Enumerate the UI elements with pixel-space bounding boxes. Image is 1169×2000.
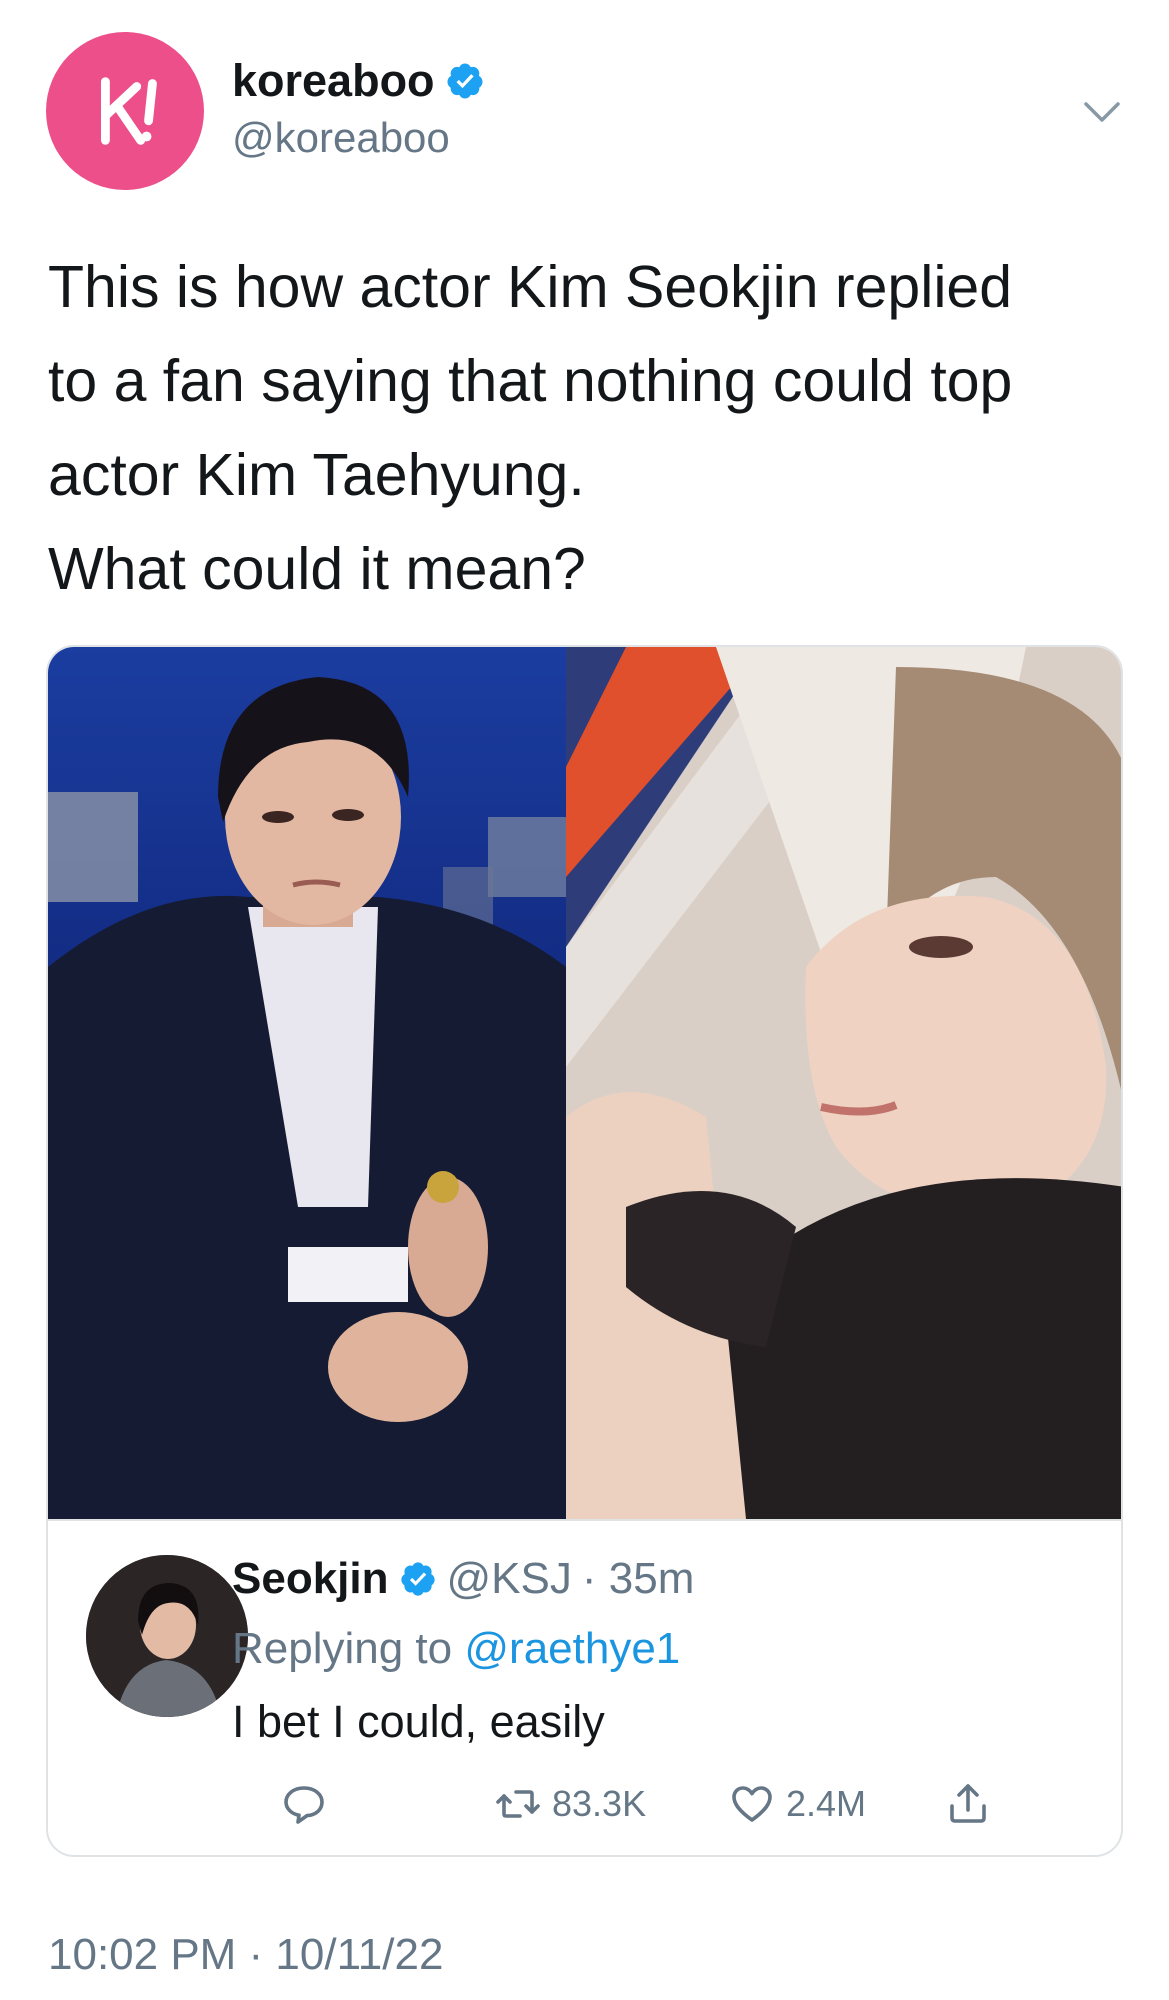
account-avatar[interactable] (46, 32, 204, 190)
reply-profile-photo (86, 1555, 248, 1717)
divider (48, 1519, 1121, 1521)
photo-man-in-cap (566, 647, 1121, 1519)
reply-action-bar: 83.3K 2.4M (232, 1780, 1012, 1836)
tweet-text-line: This is how actor Kim Seokjin replied (48, 254, 1013, 320)
display-name[interactable]: koreaboo (232, 58, 435, 103)
heart-icon (732, 1786, 772, 1822)
retweet-icon (496, 1790, 540, 1818)
photo-man-in-dark-suit (48, 647, 566, 1519)
chevron-down-icon[interactable] (1082, 98, 1122, 126)
media-collage[interactable] (48, 647, 1121, 1519)
reply-handle[interactable]: @KSJ (447, 1557, 572, 1601)
reply-header: Seokjin @KSJ · 35m (232, 1557, 1052, 1601)
replying-to-mention[interactable]: @raethye1 (464, 1624, 680, 1673)
tweet-text-line: actor Kim Taehyung. (48, 442, 585, 508)
replying-to-label: Replying to (232, 1624, 453, 1673)
koreaboo-logo-icon (100, 77, 157, 145)
reply-text: I bet I could, easily (232, 1696, 605, 1747)
verified-badge-icon (447, 63, 483, 98)
verified-badge-icon (400, 1562, 435, 1596)
account-handle[interactable]: @koreaboo (232, 117, 485, 159)
tweet-text-line: What could it mean? (48, 536, 586, 602)
share-button[interactable] (944, 1780, 992, 1828)
photo-right[interactable] (566, 647, 1121, 1519)
reply-action-button[interactable] (280, 1780, 328, 1828)
comment-icon (284, 1786, 324, 1824)
reply-content[interactable]: Seokjin @KSJ · 35m Replying to @raethye1… (232, 1557, 1052, 1747)
photo-left[interactable] (48, 647, 566, 1519)
tweet-text: This is how actor Kim Seokjin replied to… (48, 240, 1138, 616)
retweet-button[interactable]: 83.3K (494, 1780, 646, 1828)
like-count: 2.4M (786, 1783, 867, 1824)
share-icon (950, 1784, 986, 1823)
reply-time: · 35m (581, 1554, 695, 1603)
retweet-count: 83.3K (552, 1783, 647, 1824)
account-name-block[interactable]: koreaboo @koreaboo (232, 58, 485, 159)
reply-display-name[interactable]: Seokjin (232, 1557, 389, 1601)
replying-to-line: Replying to @raethye1 (232, 1627, 1052, 1671)
tweet-timestamp[interactable]: 10:02 PM · 10/11/22 (48, 1930, 443, 1980)
reply-avatar[interactable] (86, 1555, 248, 1717)
tweet-text-line: to a fan saying that nothing could top (48, 348, 1013, 414)
like-button[interactable]: 2.4M (728, 1780, 866, 1828)
